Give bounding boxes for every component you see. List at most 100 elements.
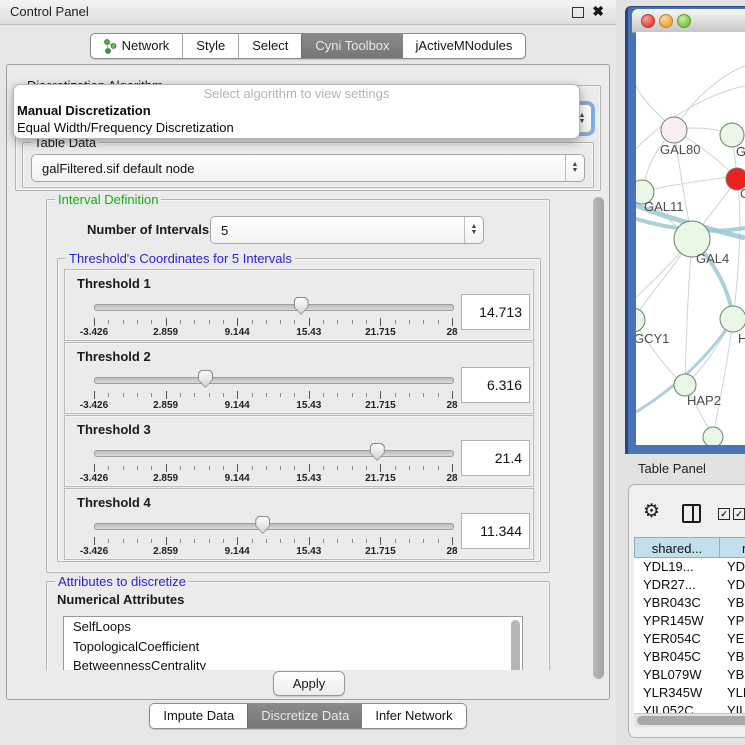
scale-label: 28 xyxy=(446,546,457,557)
table-row[interactable]: YDR27...YDR2 xyxy=(634,576,745,594)
gear-icon[interactable]: ⚙ xyxy=(643,502,660,521)
control-panel-titlebar: Control Panel ✖ xyxy=(0,0,616,25)
tick-mark xyxy=(352,466,353,470)
table-panel-title: Table Panel xyxy=(638,461,706,476)
tick-mark xyxy=(380,464,381,472)
tick-mark xyxy=(352,393,353,397)
zoom-traffic-light-icon[interactable] xyxy=(677,14,691,28)
tab-jactivemnodules[interactable]: jActiveMNodules xyxy=(403,34,526,58)
combobox-stepper-icon: ▲▼ xyxy=(464,217,483,243)
network-window-titlebar[interactable] xyxy=(632,9,745,33)
table-data-group: Table Data galFiltered.sif default node … xyxy=(22,142,594,188)
tick-mark xyxy=(237,391,238,399)
tick-mark xyxy=(323,393,324,397)
scale-label: 2.859 xyxy=(153,473,178,484)
slider-track[interactable] xyxy=(94,304,454,311)
tick-mark xyxy=(438,539,439,543)
tab-discretize-data[interactable]: Discretize Data xyxy=(247,704,362,728)
table-row[interactable]: YLR345WYLR3 xyxy=(634,684,745,702)
threshold-1-label: Threshold 1 xyxy=(77,276,151,291)
column-header-shared[interactable]: shared... xyxy=(634,537,720,558)
interval-definition-group: Interval Definition Number of Intervals … xyxy=(46,199,550,573)
slider-thumb[interactable] xyxy=(294,297,309,315)
table-row[interactable]: YER054CYER0 xyxy=(634,630,745,648)
threshold-3-slider[interactable]: -3.4262.8599.14415.4321.71528 xyxy=(94,442,452,482)
network-node-h[interactable] xyxy=(720,306,745,332)
minimize-traffic-light-icon[interactable] xyxy=(659,14,673,28)
tick-mark xyxy=(108,539,109,543)
list-item[interactable]: BetweennessCentrality xyxy=(64,656,522,670)
threshold-4-box: Threshold 4 -3.4262.8599.14415.4321.7152… xyxy=(64,488,534,560)
apply-button[interactable]: Apply xyxy=(273,671,345,696)
network-canvas[interactable]: GAL80 G C GAL11 GAL4 GCY1 H HAP2 xyxy=(636,32,745,445)
scale-label: 21.715 xyxy=(365,473,396,484)
list-scrollbar[interactable] xyxy=(511,620,520,670)
table-row[interactable]: YBR045CYBR0 xyxy=(634,648,745,666)
tab-cyni-toolbox[interactable]: Cyni Toolbox xyxy=(301,34,402,58)
close-traffic-light-icon[interactable] xyxy=(641,14,655,28)
tick-mark xyxy=(94,464,95,472)
threshold-3-value-field[interactable] xyxy=(461,440,530,476)
slider-track[interactable] xyxy=(94,450,454,457)
popup-item-equal-width-frequency[interactable]: Equal Width/Frequency Discretization xyxy=(14,119,579,136)
threshold-4-value-field[interactable] xyxy=(461,513,530,549)
table-data-combobox[interactable]: galFiltered.sif default node ▲▼ xyxy=(31,154,585,182)
tick-mark xyxy=(280,466,281,470)
scale-label: 9.144 xyxy=(225,546,250,557)
table-body: YDL19...YDL1 YDR27...YDR2 YBR043CYBR0 YP… xyxy=(634,558,745,719)
close-icon[interactable]: ✖ xyxy=(592,3,604,20)
slider-thumb[interactable] xyxy=(370,443,385,461)
slider-ticks xyxy=(94,318,452,326)
threshold-1-slider[interactable]: -3.4262.8599.14415.4321.71528 xyxy=(94,296,452,336)
popup-hint: Select algorithm to view settings xyxy=(14,86,579,102)
threshold-4-slider[interactable]: -3.4262.8599.14415.4321.71528 xyxy=(94,515,452,555)
tick-mark xyxy=(280,393,281,397)
tick-mark xyxy=(380,391,381,399)
tab-style[interactable]: Style xyxy=(182,34,238,58)
tick-mark xyxy=(237,464,238,472)
horizontal-scrollbar-thumb[interactable] xyxy=(637,716,745,725)
tab-impute-data[interactable]: Impute Data xyxy=(150,704,247,728)
tick-mark xyxy=(337,393,338,397)
scale-label: 21.715 xyxy=(365,327,396,338)
tab-select[interactable]: Select xyxy=(238,34,301,58)
list-item[interactable]: TopologicalCoefficient xyxy=(64,637,522,657)
threshold-2-value-field[interactable] xyxy=(461,367,530,403)
scale-label: -3.426 xyxy=(80,546,108,557)
list-item[interactable]: SelfLoops xyxy=(64,617,522,637)
slider-track[interactable] xyxy=(94,377,454,384)
network-node-bottom[interactable] xyxy=(703,427,723,445)
number-of-intervals-combobox[interactable]: 5 ▲▼ xyxy=(210,216,484,244)
popup-item-manual-discretization[interactable]: Manual Discretization xyxy=(14,102,579,119)
split-columns-icon[interactable] xyxy=(682,504,701,523)
threshold-1-value-field[interactable] xyxy=(461,294,530,330)
tab-network[interactable]: Network xyxy=(91,34,183,58)
float-window-icon[interactable] xyxy=(572,7,584,18)
tick-mark xyxy=(123,393,124,397)
tick-mark xyxy=(395,539,396,543)
table-row[interactable]: YDL19...YDL1 xyxy=(634,558,745,576)
panel-scrollbar[interactable] xyxy=(593,197,604,679)
horizontal-scrollbar[interactable] xyxy=(634,713,745,727)
checkbox-icon[interactable]: ✓ xyxy=(718,508,730,520)
checkbox-icon[interactable]: ✓ xyxy=(733,508,745,520)
threshold-2-box: Threshold 2 -3.4262.8599.14415.4321.7152… xyxy=(64,342,534,414)
tick-mark xyxy=(123,320,124,324)
tick-mark xyxy=(294,466,295,470)
table-row[interactable]: YBL079WYBL0 xyxy=(634,666,745,684)
network-node-gal80[interactable] xyxy=(661,117,687,143)
tick-mark xyxy=(323,539,324,543)
slider-track[interactable] xyxy=(94,523,454,530)
slider-scale-labels: -3.4262.8599.14415.4321.71528 xyxy=(94,473,452,485)
slider-thumb[interactable] xyxy=(198,370,213,388)
threshold-2-slider[interactable]: -3.4262.8599.14415.4321.71528 xyxy=(94,369,452,409)
column-header-name[interactable]: n xyxy=(720,537,745,558)
table-row[interactable]: YBR043CYBR0 xyxy=(634,594,745,612)
network-node-gcy1[interactable] xyxy=(636,308,645,332)
table-row[interactable]: YPR145WYPR1 xyxy=(634,612,745,630)
scale-label: 21.715 xyxy=(365,400,396,411)
numerical-attributes-list[interactable]: SelfLoops TopologicalCoefficient Between… xyxy=(63,616,523,670)
tab-infer-network[interactable]: Infer Network xyxy=(362,704,465,728)
slider-thumb[interactable] xyxy=(255,516,270,534)
tick-mark xyxy=(151,393,152,397)
